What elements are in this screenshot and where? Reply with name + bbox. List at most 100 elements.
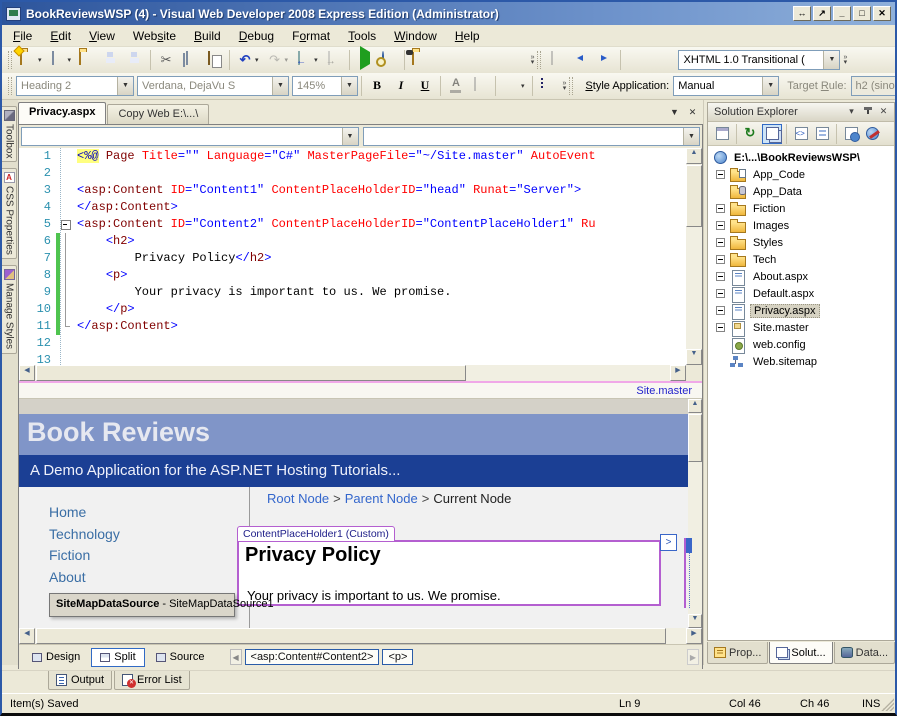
design-paragraph[interactable]: Your privacy is important to us. We prom… — [247, 588, 501, 603]
breadcrumb-link[interactable]: Root Node — [267, 491, 329, 506]
expand-icon[interactable] — [716, 238, 725, 247]
chevron-down-icon[interactable]: ▾ — [314, 56, 318, 64]
tree-item-about-aspx[interactable]: About.aspx — [708, 268, 894, 285]
toolbar-grip[interactable] — [8, 77, 12, 95]
bold-button[interactable] — [366, 75, 388, 97]
close-button[interactable]: ✕ — [873, 6, 891, 21]
editor-horizontal-scrollbar[interactable]: ◀ ▶ — [19, 365, 686, 381]
code-line[interactable]: 8 <p> — [19, 267, 686, 284]
chevron-down-icon[interactable]: ▼ — [117, 77, 133, 95]
document-tab[interactable]: Copy Web E:\...\ — [107, 104, 209, 124]
document-list-dropdown-button[interactable]: ▼ — [667, 106, 682, 120]
tree-item-site-master[interactable]: Site.master — [708, 319, 894, 336]
block-style-combo[interactable]: Heading 2 ▼ — [16, 76, 134, 96]
tag-nav-left-icon[interactable]: ◀ — [230, 649, 242, 665]
chevron-down-icon[interactable]: ▼ — [823, 51, 839, 69]
chevron-down-icon[interactable]: ▾ — [38, 56, 42, 64]
pin-button[interactable] — [860, 105, 875, 119]
menu-format[interactable]: Format — [283, 26, 339, 46]
scroll-up-icon[interactable]: ▲ — [686, 148, 702, 164]
open-file-button[interactable] — [76, 49, 98, 71]
sidebar-tab-css-properties[interactable]: CSS Properties — [2, 168, 17, 259]
scrollbar-thumb[interactable] — [686, 165, 702, 227]
find-in-files-button[interactable] — [409, 49, 431, 71]
code-line[interactable]: 13 — [19, 352, 686, 365]
tree-item-app-code[interactable]: App_Code — [708, 166, 894, 183]
smart-tag-button[interactable]: > — [660, 534, 677, 551]
chevron-down-icon[interactable]: ▼ — [342, 128, 358, 145]
undo-button[interactable]: ▾ — [234, 49, 262, 71]
minimize-button[interactable]: _ — [833, 6, 851, 21]
style-application-combo[interactable]: Manual ▼ — [673, 76, 779, 96]
sidebar-tab-manage-styles[interactable]: Manage Styles — [2, 265, 17, 353]
popout-button[interactable]: ↗ — [813, 6, 831, 21]
chevron-down-icon[interactable]: ▾ — [68, 56, 72, 64]
menu-build[interactable]: Build — [185, 26, 230, 46]
copy-web-site-button[interactable] — [841, 124, 861, 144]
breadcrumb-link[interactable]: Parent Node — [345, 491, 418, 506]
scrollbar-thumb[interactable] — [36, 365, 466, 381]
toolbar-grip[interactable] — [8, 51, 12, 69]
code-line[interactable]: 6 <h2> — [19, 233, 686, 250]
redo-button[interactable]: ▾ — [264, 49, 292, 71]
menu-website[interactable]: Website — [124, 26, 185, 46]
panel-tab-properties[interactable]: Prop... — [707, 642, 768, 664]
source-code-editor[interactable]: 1<%@ Page Title="" Language="C#" MasterP… — [19, 148, 686, 365]
align-button[interactable]: ▾ — [500, 75, 528, 97]
properties-window-button[interactable] — [712, 124, 732, 144]
nav-link-technology[interactable]: Technology — [49, 524, 120, 546]
design-view-pane[interactable]: Book Reviews A Demo Application for the … — [19, 399, 702, 628]
chevron-down-icon[interactable]: ▼ — [341, 77, 357, 95]
code-line[interactable]: 3<asp:Content ID="Content1" ContentPlace… — [19, 182, 686, 199]
tree-item-app-data[interactable]: App_Data — [708, 183, 894, 200]
expand-icon[interactable] — [716, 289, 725, 298]
underline-button[interactable] — [414, 75, 436, 97]
cut-button[interactable] — [155, 49, 177, 71]
nav-link-home[interactable]: Home — [49, 502, 120, 524]
tag-navigator-item[interactable]: <asp:Content#Content2> — [245, 649, 380, 665]
paste-button[interactable] — [203, 49, 225, 71]
menu-view[interactable]: View — [80, 26, 124, 46]
chevron-down-icon[interactable]: ▾ — [521, 82, 525, 90]
toolbar-overflow-button[interactable]: »▾ — [563, 81, 567, 91]
close-document-button[interactable]: ✕ — [685, 106, 700, 120]
code-line[interactable]: 4</asp:Content> — [19, 199, 686, 216]
navigate-forward-button[interactable] — [323, 49, 345, 71]
aspnet-configuration-button[interactable] — [862, 124, 882, 144]
scroll-right-icon[interactable]: ▶ — [670, 365, 686, 381]
panel-tab-database[interactable]: Data... — [834, 642, 895, 664]
view-button-source[interactable]: Source — [147, 648, 214, 667]
tree-root-item[interactable]: E:\...\BookReviewsWSP\ — [708, 149, 894, 166]
code-line[interactable]: 1<%@ Page Title="" Language="C#" MasterP… — [19, 148, 686, 165]
markup-schema-combo[interactable]: XHTML 1.0 Transitional ( ▼ — [678, 50, 840, 70]
design-horizontal-scrollbar[interactable]: ◀ ▶ — [19, 628, 702, 644]
scroll-down-icon[interactable]: ▼ — [686, 349, 702, 365]
maximize-button[interactable]: □ — [853, 6, 871, 21]
chevron-down-icon[interactable]: ▼ — [683, 128, 699, 145]
chevron-down-icon[interactable]: ▾ — [285, 56, 289, 64]
add-new-item-button[interactable]: ▾ — [47, 49, 75, 71]
menu-help[interactable]: Help — [446, 26, 489, 46]
code-line[interactable]: 5<asp:Content ID="Content2" ContentPlace… — [19, 216, 686, 233]
expand-icon[interactable] — [716, 204, 725, 213]
font-color-button[interactable] — [445, 75, 467, 97]
expand-icon[interactable] — [716, 170, 725, 179]
solution-explorer-titlebar[interactable]: Solution Explorer ▾ ✕ — [708, 103, 894, 122]
menu-file[interactable]: File — [4, 26, 41, 46]
code-line[interactable]: 11</asp:Content> — [19, 318, 686, 335]
scroll-left-icon[interactable]: ◀ — [19, 628, 35, 644]
highlight-button[interactable] — [469, 75, 491, 97]
uncomment-selection-button[interactable] — [649, 49, 671, 71]
view-button-design[interactable]: Design — [23, 648, 89, 667]
code-line[interactable]: 9 Your privacy is important to us. We pr… — [19, 284, 686, 301]
italic-button[interactable] — [390, 75, 412, 97]
scroll-up-icon[interactable]: ▲ — [688, 399, 702, 413]
decrease-indent-button[interactable] — [570, 49, 592, 71]
toolbar-overflow-button[interactable]: »▾ — [843, 55, 847, 65]
solution-tree[interactable]: E:\...\BookReviewsWSP\App_CodeApp_DataFi… — [708, 146, 894, 640]
master-page-link[interactable]: Site.master — [636, 385, 692, 397]
tag-navigator-item[interactable]: <p> — [382, 649, 413, 665]
code-line[interactable]: 7 Privacy Policy</h2> — [19, 250, 686, 267]
sidebar-tab-toolbox[interactable]: Toolbox — [2, 106, 17, 162]
navigate-backward-button[interactable]: ▾ — [293, 49, 321, 71]
